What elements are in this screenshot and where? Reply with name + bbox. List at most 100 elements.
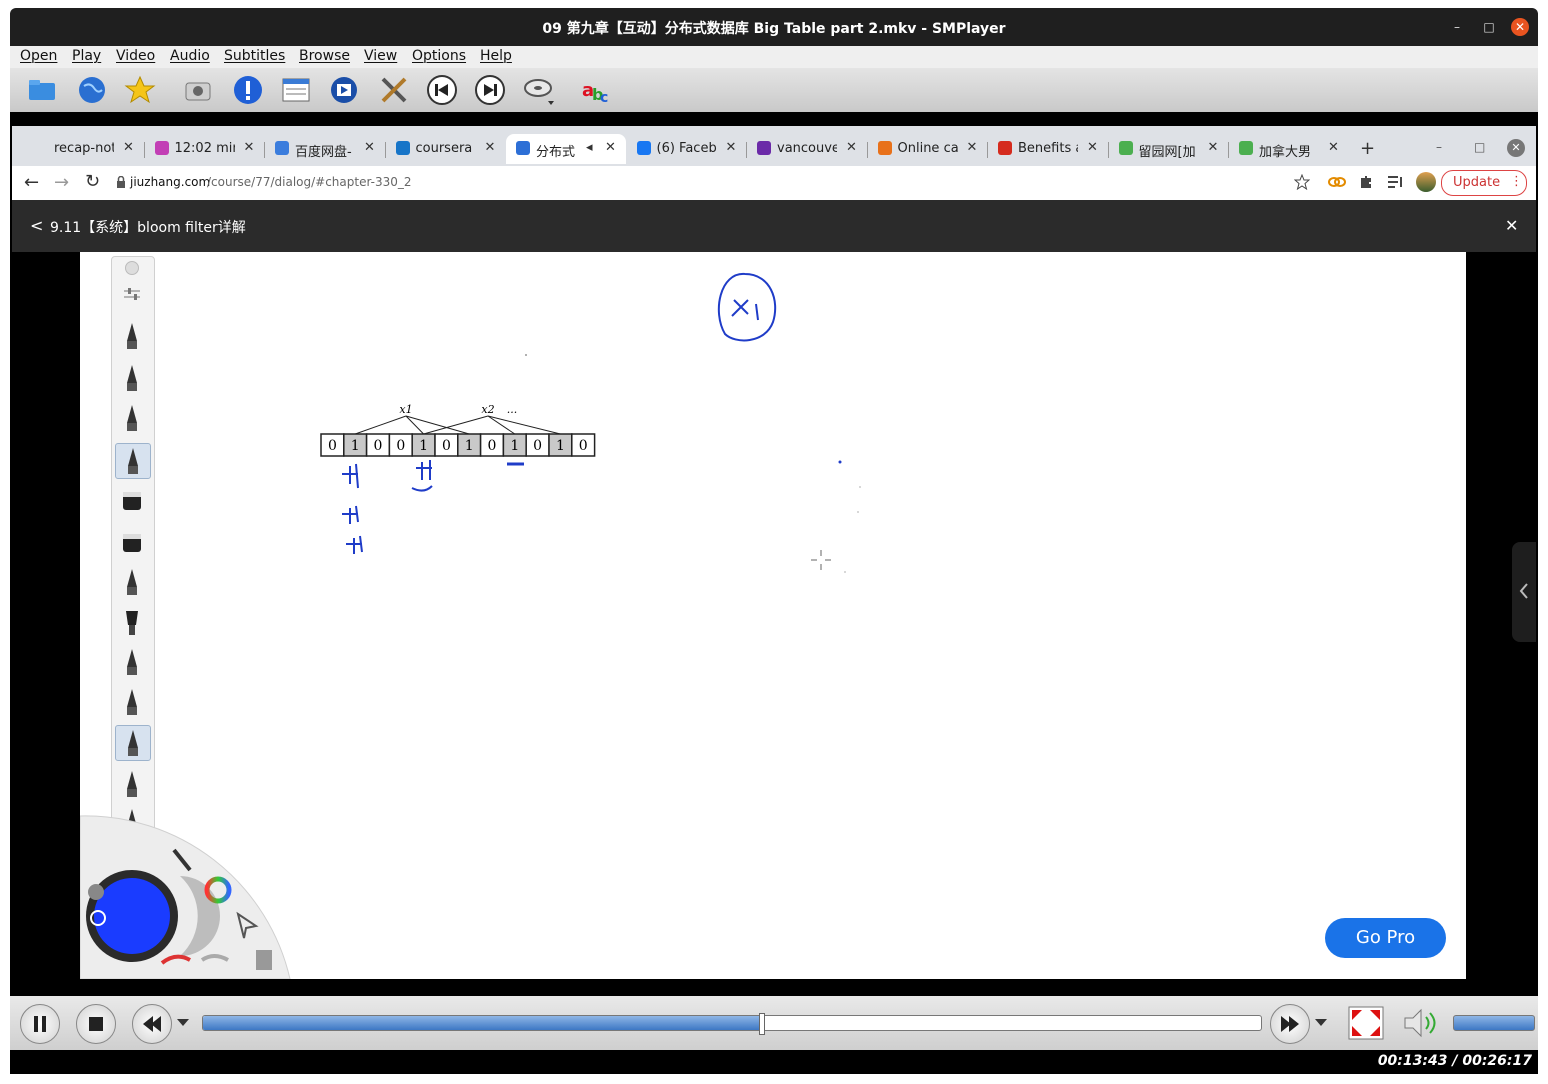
pause-button[interactable]: [20, 1004, 60, 1044]
seek-handle[interactable]: [758, 1013, 765, 1035]
disc-icon[interactable]: [522, 74, 554, 106]
next-icon[interactable]: [474, 74, 506, 106]
browser-tab[interactable]: 加拿大男 ✕: [1229, 134, 1349, 164]
side-panel-handle[interactable]: [1512, 542, 1536, 642]
fine-pen-icon[interactable]: [115, 767, 149, 801]
globe-icon[interactable]: [76, 74, 108, 106]
settings-sliders-icon[interactable]: [115, 277, 149, 311]
tab-close-button[interactable]: ✕: [244, 140, 255, 155]
browser-tab[interactable]: Benefits a ✕: [988, 134, 1108, 164]
browser-tab[interactable]: 分布式 ✕ ◂: [506, 134, 626, 164]
pencil-icon[interactable]: [115, 319, 149, 353]
browser-close-button[interactable]: ✕: [1507, 139, 1525, 157]
tab-audio-icon[interactable]: ◂: [586, 140, 593, 155]
menu-view[interactable]: View: [364, 48, 397, 64]
menu-subtitles[interactable]: Subtitles: [224, 48, 285, 64]
ballpoint-icon[interactable]: [115, 443, 151, 479]
previous-icon[interactable]: [426, 74, 458, 106]
menu-open[interactable]: Open: [20, 48, 57, 64]
menu-audio[interactable]: Audio: [170, 48, 210, 64]
browser-tab[interactable]: Online ca ✕: [868, 134, 988, 164]
bit-value: 0: [442, 438, 451, 454]
menu-play[interactable]: Play: [72, 48, 101, 64]
brush-icon[interactable]: [115, 645, 149, 679]
airbrush-icon-glyph: [127, 689, 137, 715]
url-omnibox[interactable]: jiuzhang.com /course/77/dialog/#chapter-…: [114, 172, 1324, 194]
technical-pen-icon[interactable]: [115, 401, 149, 435]
menu-video[interactable]: Video: [116, 48, 155, 64]
forward-arrow-icon[interactable]: →: [54, 172, 69, 193]
subtitles-abc-icon[interactable]: abc: [580, 74, 612, 106]
tab-favicon-icon: [998, 141, 1012, 155]
dialog-back-button[interactable]: <: [30, 216, 43, 235]
tab-close-button[interactable]: ✕: [726, 140, 737, 155]
seek-progress-fill: [203, 1016, 761, 1030]
browser-tab[interactable]: vancouve ✕: [747, 134, 867, 164]
eraser-block-icon[interactable]: [115, 483, 149, 517]
tab-close-button[interactable]: ✕: [967, 140, 978, 155]
marker-icon[interactable]: [115, 605, 149, 639]
browser-tab[interactable]: recap-not ✕: [24, 134, 144, 164]
open-folder-icon[interactable]: [26, 74, 58, 106]
tab-close-button[interactable]: ✕: [1208, 140, 1219, 155]
menu-help[interactable]: Help: [480, 48, 512, 64]
url-host: jiuzhang.com: [130, 175, 211, 189]
forward-options-chevron-down-icon[interactable]: [1314, 1018, 1328, 1028]
eraser-soft-icon[interactable]: [115, 525, 149, 559]
preferences-film-icon[interactable]: [328, 74, 360, 106]
menu-browse[interactable]: Browse: [299, 48, 350, 64]
fountain-pen-icon[interactable]: [115, 361, 149, 395]
tab-close-button[interactable]: ✕: [123, 140, 134, 155]
browser-minimize-button[interactable]: –: [1436, 140, 1442, 154]
minimize-button[interactable]: –: [1448, 18, 1466, 36]
calligraphy-pen-icon[interactable]: [115, 725, 151, 761]
bit-value: 1: [510, 438, 519, 454]
airbrush-icon[interactable]: [115, 685, 149, 719]
profile-avatar[interactable]: [1416, 172, 1436, 192]
rewind-options-chevron-down-icon[interactable]: [176, 1018, 190, 1028]
dialog-close-button[interactable]: ✕: [1505, 216, 1518, 235]
media-queue-icon[interactable]: [1387, 174, 1403, 190]
tools-icon[interactable]: [378, 74, 410, 106]
screenshot-camera-icon[interactable]: [182, 74, 214, 106]
playlist-icon[interactable]: [280, 74, 312, 106]
extensions-puzzle-icon[interactable]: [1358, 174, 1374, 190]
extension-link-icon[interactable]: [1328, 175, 1346, 189]
fullscreen-icon[interactable]: [1348, 1006, 1384, 1040]
close-button[interactable]: ✕: [1511, 18, 1529, 36]
tab-close-button[interactable]: ✕: [485, 140, 496, 155]
tab-close-button[interactable]: ✕: [605, 140, 616, 155]
tool-column-grip[interactable]: [125, 261, 139, 275]
back-arrow-icon[interactable]: ←: [24, 172, 39, 193]
ink-pen-icon[interactable]: [115, 565, 149, 599]
brush-color-swatch[interactable]: [123, 884, 199, 960]
menu-options[interactable]: Options: [412, 48, 466, 64]
reload-icon[interactable]: ↻: [85, 171, 100, 192]
browser-tab[interactable]: 百度网盘- ✕: [265, 134, 385, 164]
tab-close-button[interactable]: ✕: [846, 140, 857, 155]
rewind-button[interactable]: [132, 1004, 172, 1044]
browser-tab[interactable]: (6) Facebo ✕: [627, 134, 747, 164]
redo-arrow-icon[interactable]: [198, 950, 234, 972]
browser-tab[interactable]: 留园网[加 ✕: [1109, 134, 1229, 164]
tab-label: 加拿大男: [1259, 145, 1312, 160]
maximize-button[interactable]: □: [1480, 18, 1498, 36]
volume-speaker-icon[interactable]: [1402, 1006, 1440, 1040]
volume-slider[interactable]: [1453, 1015, 1535, 1031]
undo-arrow-icon[interactable]: [158, 950, 194, 972]
tab-close-button[interactable]: ✕: [1087, 140, 1098, 155]
forward-button[interactable]: [1270, 1004, 1310, 1044]
info-exclamation-icon[interactable]: [232, 74, 264, 106]
browser-tab[interactable]: coursera ✕: [386, 134, 506, 164]
color-wheel-icon[interactable]: [206, 879, 230, 903]
tab-close-button[interactable]: ✕: [1328, 140, 1339, 155]
browser-maximize-button[interactable]: □: [1474, 140, 1485, 154]
tab-close-button[interactable]: ✕: [364, 140, 375, 155]
browser-tab[interactable]: 12:02 min ✕: [145, 134, 265, 164]
stop-button[interactable]: [76, 1004, 116, 1044]
favorites-star-icon[interactable]: [124, 74, 156, 106]
new-tab-button[interactable]: +: [1360, 138, 1375, 159]
update-button[interactable]: Update ⋮: [1441, 170, 1527, 196]
seek-slider[interactable]: [202, 1013, 1262, 1035]
go-pro-button[interactable]: Go Pro: [1325, 918, 1446, 958]
